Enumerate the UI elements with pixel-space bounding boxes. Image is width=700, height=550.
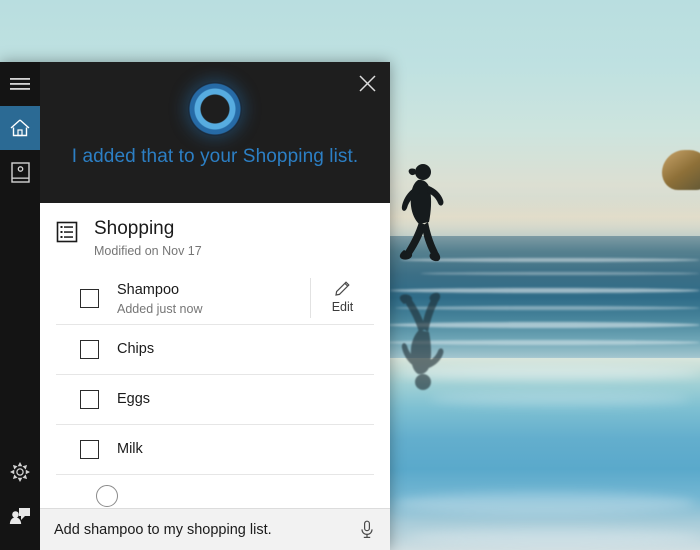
cortana-sidebar <box>0 62 40 550</box>
wallpaper-runner-reflection <box>396 276 456 392</box>
hamburger-icon <box>10 77 30 91</box>
item-text: Milk <box>117 440 374 459</box>
cortana-main: I added that to your Shopping list. Shop… <box>40 62 390 550</box>
item-checkbox[interactable] <box>80 340 99 359</box>
cortana-response-area: I added that to your Shopping list. <box>40 62 390 203</box>
sidebar-item-home[interactable] <box>0 106 40 150</box>
list-subtitle: Modified on Nov 17 <box>94 244 202 258</box>
list-item[interactable]: Milk <box>56 425 374 475</box>
list-item[interactable]: Eggs <box>56 375 374 425</box>
list-header: Shopping Modified on Nov 17 <box>40 203 390 264</box>
item-label: Milk <box>117 441 143 457</box>
item-checkbox[interactable] <box>80 440 99 459</box>
home-icon <box>9 118 31 138</box>
item-text: Shampoo Added just now <box>117 281 310 316</box>
close-icon[interactable] <box>350 68 384 98</box>
list-header-text: Shopping Modified on Nov 17 <box>94 217 202 258</box>
feedback-icon <box>9 507 31 525</box>
add-item-row <box>56 475 374 507</box>
wallpaper-runner-silhouette <box>396 162 456 278</box>
sidebar-item-notebook[interactable] <box>0 150 40 194</box>
edit-button[interactable]: Edit <box>310 278 374 318</box>
item-text: Chips <box>117 340 374 359</box>
item-label: Shampoo <box>117 281 180 298</box>
cortana-panel: I added that to your Shopping list. Shop… <box>0 62 390 550</box>
cortana-orb-icon <box>188 82 242 136</box>
wallpaper-sheen <box>430 392 690 406</box>
cortana-input-bar[interactable]: Add shampoo to my shopping list. <box>40 508 390 550</box>
item-checkbox[interactable] <box>80 288 99 308</box>
item-label: Chips <box>117 341 155 357</box>
notebook-icon <box>10 161 30 183</box>
wallpaper-sheen <box>410 528 700 546</box>
search-input[interactable]: Add shampoo to my shopping list. <box>54 522 354 538</box>
sidebar-item-settings[interactable] <box>0 450 40 494</box>
sidebar-item-menu[interactable] <box>0 62 40 106</box>
item-sublabel: Added just now <box>117 301 203 316</box>
list-title: Shopping <box>94 218 175 239</box>
desktop: I added that to your Shopping list. Shop… <box>0 0 700 550</box>
wallpaper-rock <box>662 150 700 190</box>
gear-icon <box>10 462 30 482</box>
list-item[interactable]: Chips <box>56 325 374 375</box>
sidebar-item-feedback[interactable] <box>0 494 40 538</box>
shopping-list-card: Shopping Modified on Nov 17 Shampoo Adde… <box>40 203 390 550</box>
wallpaper-sheen <box>395 492 695 514</box>
add-item-icon[interactable] <box>96 485 118 507</box>
wallpaper-wave <box>420 272 700 275</box>
edit-label: Edit <box>331 300 354 314</box>
cortana-response-text: I added that to your Shopping list. <box>71 146 359 167</box>
list-icon <box>56 221 78 243</box>
list-item[interactable]: Shampoo Added just now Edit <box>56 272 374 325</box>
item-checkbox[interactable] <box>80 390 99 409</box>
microphone-icon[interactable] <box>354 517 380 543</box>
item-text: Eggs <box>117 390 374 409</box>
pencil-icon <box>311 280 374 297</box>
item-label: Eggs <box>117 391 151 407</box>
